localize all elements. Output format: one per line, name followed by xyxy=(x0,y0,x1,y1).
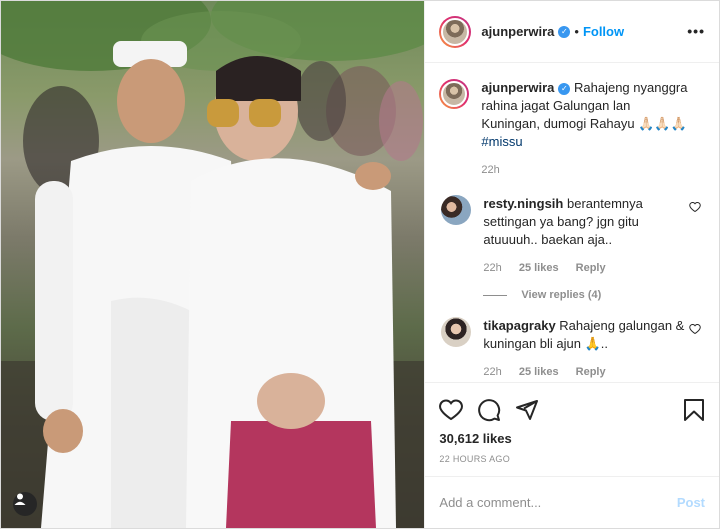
comment-time[interactable]: 22h xyxy=(483,262,501,274)
commenter-avatar[interactable] xyxy=(441,195,472,225)
bookmark-icon[interactable] xyxy=(683,398,705,422)
follow-button[interactable]: Follow xyxy=(583,24,624,39)
likes-count[interactable]: 30,612 likes xyxy=(439,431,705,446)
comments-section: ajunperwira ✓ Rahajeng nyanggra rahina ja… xyxy=(425,63,719,382)
add-comment-input[interactable] xyxy=(439,495,677,510)
comment-likes[interactable]: 25 likes xyxy=(519,366,559,378)
post-caption: ajunperwira ✓ Rahajeng nyanggra rahina ja… xyxy=(439,79,703,179)
comment-item: resty.ningsih berantemnya settingan ya b… xyxy=(439,195,703,277)
view-replies-line xyxy=(483,294,508,296)
comment-icon[interactable] xyxy=(477,398,501,422)
comment-username[interactable]: tikapagraky xyxy=(483,318,555,333)
heart-icon[interactable] xyxy=(439,398,464,422)
post-comment-button[interactable]: Post xyxy=(677,495,705,510)
caption-author-avatar[interactable] xyxy=(439,79,470,109)
comment-like-heart-icon[interactable] xyxy=(689,323,701,335)
post-side-panel: ajunperwira ✓ • Follow ••• ajunperwira ✓ … xyxy=(424,1,719,528)
comment-likes[interactable]: 25 likes xyxy=(519,262,559,274)
caption-meta: 22h xyxy=(481,161,689,179)
caption-time[interactable]: 22h xyxy=(481,164,499,176)
comment-like-heart-icon[interactable] xyxy=(689,201,701,213)
view-replies-button[interactable]: View replies (4) xyxy=(483,289,703,301)
post-timestamp[interactable]: 22 HOURS AGO xyxy=(439,454,705,464)
post-photo[interactable] xyxy=(1,1,425,528)
user-tag-icon[interactable] xyxy=(13,492,37,516)
instagram-post-window: ajunperwira ✓ • Follow ••• ajunperwira ✓ … xyxy=(0,0,720,529)
verified-badge-icon: ✓ xyxy=(558,82,571,95)
reply-button[interactable]: Reply xyxy=(576,366,606,378)
separator-dot: • xyxy=(574,24,579,39)
author-username[interactable]: ajunperwira xyxy=(481,24,554,39)
comment-time[interactable]: 22h xyxy=(483,366,501,378)
reply-button[interactable]: Reply xyxy=(576,262,606,274)
post-actions: 30,612 likes 22 HOURS AGO xyxy=(425,382,719,464)
photo-illustration xyxy=(1,1,425,528)
caption-username[interactable]: ajunperwira xyxy=(481,80,554,95)
comment-username[interactable]: resty.ningsih xyxy=(483,196,563,211)
verified-badge-icon: ✓ xyxy=(558,25,571,38)
view-replies-label: View replies (4) xyxy=(521,289,602,301)
comment-meta: 22h 25 likes Reply xyxy=(483,259,691,277)
action-icons xyxy=(439,391,705,429)
more-options-icon[interactable]: ••• xyxy=(687,23,705,39)
caption-hashtag[interactable]: #missu xyxy=(481,134,522,149)
commenter-avatar[interactable] xyxy=(441,317,472,347)
comment-meta: 22h 25 likes Reply xyxy=(483,363,691,381)
add-comment-bar: Post xyxy=(425,476,719,528)
comment-item: tikapagraky Rahajeng galungan & kuningan… xyxy=(439,317,703,381)
post-header: ajunperwira ✓ • Follow ••• xyxy=(425,1,719,63)
share-icon[interactable] xyxy=(515,398,539,422)
author-avatar[interactable] xyxy=(439,15,472,48)
